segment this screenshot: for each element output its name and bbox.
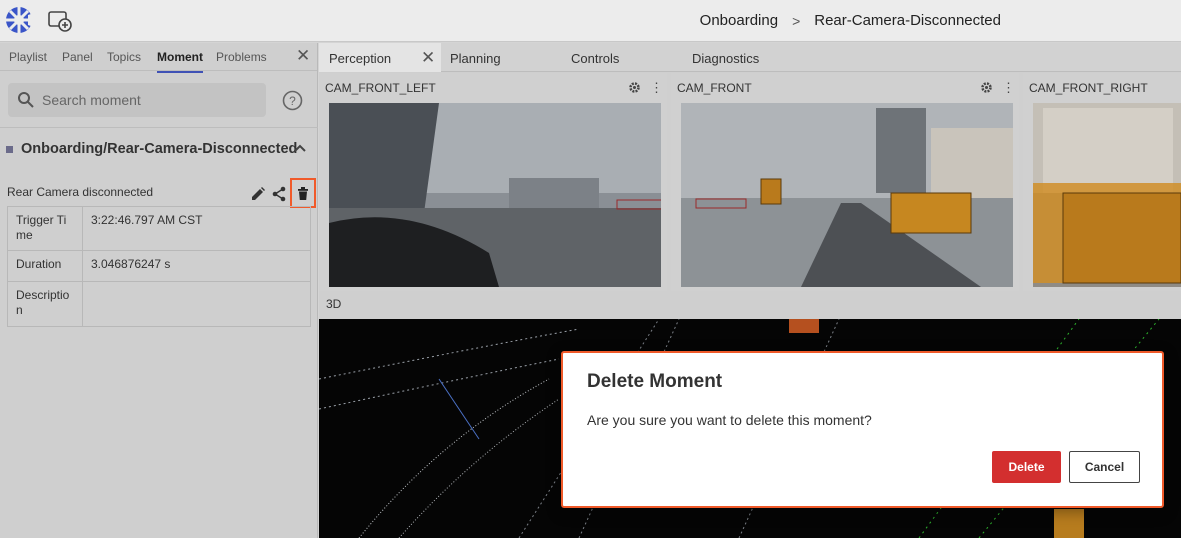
moment-group-title: Onboarding/Rear-Camera-Disconnected — [21, 141, 298, 157]
detail-value: 3.046876247 s — [82, 250, 311, 282]
layout-tabs: Perception ✕ Planning Controls Diagnosti… — [319, 43, 1181, 72]
help-icon[interactable]: ? — [282, 90, 303, 111]
gear-icon[interactable] — [628, 81, 641, 94]
table-row: Trigger Time 3:22:46.797 AM CST — [7, 206, 311, 251]
svg-text:?: ? — [289, 94, 296, 108]
breadcrumb: Onboarding > Rear-Camera-Disconnected — [700, 12, 1001, 29]
confirm-delete-button[interactable]: Delete — [992, 451, 1061, 483]
search-input[interactable]: Search moment — [8, 83, 266, 117]
left-sidebar: Playlist Panel Topics Moment Problems ✕ … — [0, 43, 318, 538]
viewport-3d-label: 3D — [326, 297, 342, 311]
chevron-up-icon[interactable] — [293, 143, 307, 153]
table-row: Description — [7, 281, 311, 327]
camera-label: CAM_FRONT_RIGHT — [1029, 81, 1148, 95]
close-tab-icon[interactable]: ✕ — [421, 48, 435, 68]
tab-controls[interactable]: Controls — [571, 51, 619, 66]
tab-perception-label: Perception — [329, 51, 392, 66]
tab-playlist[interactable]: Playlist — [9, 50, 47, 64]
more-options-icon[interactable]: ⋮ — [1002, 80, 1015, 96]
moment-group-header[interactable]: Onboarding/Rear-Camera-Disconnected — [6, 141, 297, 157]
camera-label: CAM_FRONT_LEFT — [325, 81, 436, 95]
search-icon — [18, 92, 34, 108]
detail-key: Trigger Time — [7, 206, 83, 251]
delete-moment-dialog: Delete Moment Are you sure you want to d… — [561, 351, 1164, 508]
camera-image — [681, 103, 1013, 287]
search-placeholder: Search moment — [42, 92, 141, 108]
moment-name: Rear Camera disconnected — [7, 185, 154, 199]
close-sidebar-icon[interactable]: ✕ — [296, 46, 310, 66]
gear-icon[interactable] — [980, 81, 993, 94]
detail-key: Description — [7, 281, 83, 327]
app-logo-icon[interactable] — [4, 5, 34, 35]
tab-topics[interactable]: Topics — [107, 50, 141, 64]
tab-diagnostics[interactable]: Diagnostics — [692, 51, 759, 66]
trash-icon — [298, 186, 308, 200]
more-options-icon[interactable]: ⋮ — [650, 80, 663, 96]
camera-image — [1033, 103, 1181, 287]
delete-moment-button[interactable] — [290, 178, 316, 208]
tab-panel[interactable]: Panel — [62, 50, 93, 64]
sidebar-tabs: Playlist Panel Topics Moment Problems ✕ — [0, 43, 317, 73]
detail-value: 3:22:46.797 AM CST — [82, 206, 311, 251]
tab-perception[interactable]: Perception ✕ — [319, 43, 441, 72]
camera-panel-front-left: CAM_FRONT_LEFT ⋮ — [319, 73, 667, 291]
breadcrumb-moment[interactable]: Rear-Camera-Disconnected — [814, 12, 1001, 29]
table-row: Duration 3.046876247 s — [7, 250, 311, 282]
camera-image — [329, 103, 661, 287]
camera-panel-front-right: CAM_FRONT_RIGHT — [1023, 73, 1181, 291]
detail-key: Duration — [7, 250, 83, 282]
dialog-title: Delete Moment — [587, 371, 723, 392]
divider — [0, 127, 318, 128]
tab-moment[interactable]: Moment — [157, 50, 203, 73]
dialog-message: Are you sure you want to delete this mom… — [587, 412, 872, 428]
moment-details-table: Trigger Time 3:22:46.797 AM CST Duration… — [7, 206, 311, 327]
edit-icon[interactable] — [250, 186, 266, 202]
cancel-button[interactable]: Cancel — [1069, 451, 1140, 483]
add-panel-icon[interactable] — [48, 10, 72, 32]
tab-planning[interactable]: Planning — [450, 51, 501, 66]
share-icon[interactable] — [271, 186, 287, 202]
camera-label: CAM_FRONT — [677, 81, 752, 95]
detail-value — [82, 281, 311, 327]
top-bar: Onboarding > Rear-Camera-Disconnected — [0, 0, 1181, 42]
group-dot-icon — [6, 145, 13, 153]
breadcrumb-separator: > — [792, 12, 801, 29]
breadcrumb-onboarding[interactable]: Onboarding — [700, 12, 778, 29]
camera-panel-front: CAM_FRONT ⋮ — [671, 73, 1019, 291]
tab-problems[interactable]: Problems — [216, 50, 267, 64]
